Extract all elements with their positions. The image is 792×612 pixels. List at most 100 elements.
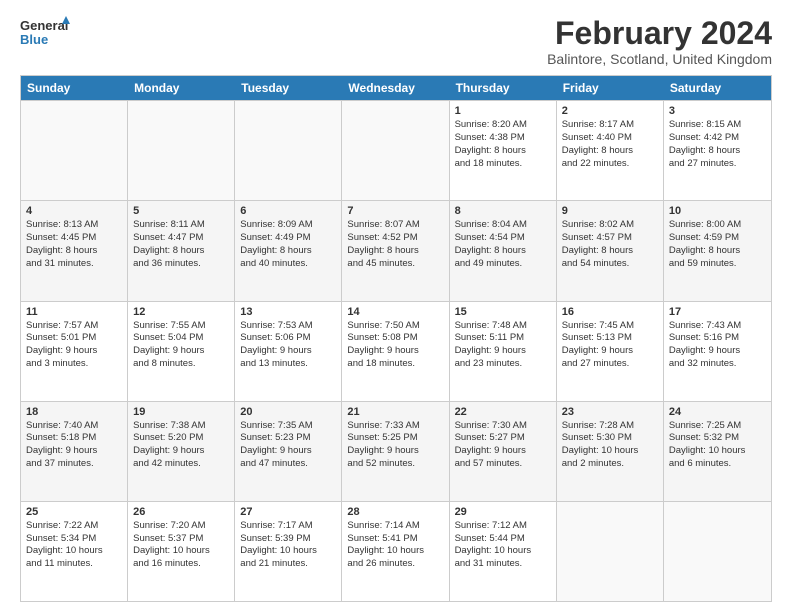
cal-day-9: 9Sunrise: 8:02 AMSunset: 4:57 PMDaylight… [557, 201, 664, 300]
day-info-line: and 21 minutes. [240, 558, 336, 571]
day-info-line: and 52 minutes. [347, 458, 443, 471]
day-info-line: Sunrise: 7:55 AM [133, 320, 229, 333]
day-info-line: Sunrise: 7:48 AM [455, 320, 551, 333]
day-info-line: Sunrise: 7:30 AM [455, 420, 551, 433]
day-info-line: Sunset: 5:30 PM [562, 432, 658, 445]
day-info-line: and 8 minutes. [133, 358, 229, 371]
cal-empty-cell [235, 101, 342, 200]
cal-day-16: 16Sunrise: 7:45 AMSunset: 5:13 PMDayligh… [557, 302, 664, 401]
day-info-line: Daylight: 8 hours [347, 245, 443, 258]
day-number: 22 [455, 406, 551, 418]
day-info-line: Daylight: 9 hours [455, 445, 551, 458]
day-info-line: Sunrise: 8:15 AM [669, 119, 766, 132]
header-day-tuesday: Tuesday [235, 76, 342, 100]
day-info-line: Daylight: 8 hours [133, 245, 229, 258]
cal-day-21: 21Sunrise: 7:33 AMSunset: 5:25 PMDayligh… [342, 402, 449, 501]
day-info-line: Daylight: 10 hours [133, 545, 229, 558]
title-block: February 2024 Balintore, Scotland, Unite… [547, 16, 772, 67]
day-info-line: and 45 minutes. [347, 258, 443, 271]
day-number: 17 [669, 306, 766, 318]
day-info-line: and 47 minutes. [240, 458, 336, 471]
day-info-line: Sunrise: 7:17 AM [240, 520, 336, 533]
day-info-line: Sunrise: 7:53 AM [240, 320, 336, 333]
day-number: 9 [562, 205, 658, 217]
day-info-line: Sunset: 4:54 PM [455, 232, 551, 245]
cal-empty-cell [21, 101, 128, 200]
day-info-line: and 22 minutes. [562, 158, 658, 171]
day-info-line: Daylight: 10 hours [455, 545, 551, 558]
day-info-line: Sunrise: 8:04 AM [455, 219, 551, 232]
day-number: 10 [669, 205, 766, 217]
day-number: 28 [347, 506, 443, 518]
day-info-line: Sunrise: 8:20 AM [455, 119, 551, 132]
day-info-line: and 2 minutes. [562, 458, 658, 471]
day-info-line: Sunset: 4:40 PM [562, 132, 658, 145]
day-info-line: Sunset: 4:49 PM [240, 232, 336, 245]
header: General Blue February 2024 Balintore, Sc… [20, 16, 772, 67]
cal-empty-cell [342, 101, 449, 200]
day-info-line: Sunrise: 8:07 AM [347, 219, 443, 232]
day-info-line: and 23 minutes. [455, 358, 551, 371]
calendar-body: 1Sunrise: 8:20 AMSunset: 4:38 PMDaylight… [21, 100, 771, 601]
day-info-line: Daylight: 9 hours [26, 345, 122, 358]
day-number: 7 [347, 205, 443, 217]
day-info-line: Sunset: 4:59 PM [669, 232, 766, 245]
cal-day-10: 10Sunrise: 8:00 AMSunset: 4:59 PMDayligh… [664, 201, 771, 300]
cal-day-3: 3Sunrise: 8:15 AMSunset: 4:42 PMDaylight… [664, 101, 771, 200]
day-info-line: and 3 minutes. [26, 358, 122, 371]
day-info-line: Sunrise: 7:43 AM [669, 320, 766, 333]
day-info-line: Daylight: 8 hours [240, 245, 336, 258]
cal-day-25: 25Sunrise: 7:22 AMSunset: 5:34 PMDayligh… [21, 502, 128, 601]
day-info-line: and 42 minutes. [133, 458, 229, 471]
day-info-line: Daylight: 10 hours [347, 545, 443, 558]
day-info-line: Sunrise: 8:17 AM [562, 119, 658, 132]
day-info-line: Sunset: 5:32 PM [669, 432, 766, 445]
day-info-line: Daylight: 9 hours [26, 445, 122, 458]
calendar: SundayMondayTuesdayWednesdayThursdayFrid… [20, 75, 772, 602]
cal-day-2: 2Sunrise: 8:17 AMSunset: 4:40 PMDaylight… [557, 101, 664, 200]
day-info-line: Sunset: 5:41 PM [347, 533, 443, 546]
day-info-line: and 31 minutes. [455, 558, 551, 571]
day-info-line: and 18 minutes. [455, 158, 551, 171]
cal-day-26: 26Sunrise: 7:20 AMSunset: 5:37 PMDayligh… [128, 502, 235, 601]
day-info-line: Sunset: 5:25 PM [347, 432, 443, 445]
day-info-line: and 27 minutes. [669, 158, 766, 171]
day-info-line: and 32 minutes. [669, 358, 766, 371]
day-info-line: Daylight: 9 hours [133, 345, 229, 358]
day-info-line: Sunrise: 7:45 AM [562, 320, 658, 333]
day-info-line: Sunrise: 7:33 AM [347, 420, 443, 433]
location-title: Balintore, Scotland, United Kingdom [547, 51, 772, 67]
day-info-line: Daylight: 9 hours [133, 445, 229, 458]
day-info-line: and 54 minutes. [562, 258, 658, 271]
day-number: 29 [455, 506, 551, 518]
day-info-line: Sunrise: 7:38 AM [133, 420, 229, 433]
day-info-line: Sunrise: 8:11 AM [133, 219, 229, 232]
cal-day-14: 14Sunrise: 7:50 AMSunset: 5:08 PMDayligh… [342, 302, 449, 401]
cal-day-23: 23Sunrise: 7:28 AMSunset: 5:30 PMDayligh… [557, 402, 664, 501]
day-info-line: Sunset: 5:34 PM [26, 533, 122, 546]
cal-day-4: 4Sunrise: 8:13 AMSunset: 4:45 PMDaylight… [21, 201, 128, 300]
day-number: 14 [347, 306, 443, 318]
cal-empty-cell [664, 502, 771, 601]
header-day-thursday: Thursday [450, 76, 557, 100]
day-info-line: Daylight: 10 hours [669, 445, 766, 458]
cal-day-7: 7Sunrise: 8:07 AMSunset: 4:52 PMDaylight… [342, 201, 449, 300]
day-info-line: Sunrise: 7:50 AM [347, 320, 443, 333]
logo: General Blue [20, 16, 70, 52]
day-info-line: Sunrise: 7:57 AM [26, 320, 122, 333]
cal-day-29: 29Sunrise: 7:12 AMSunset: 5:44 PMDayligh… [450, 502, 557, 601]
calendar-header: SundayMondayTuesdayWednesdayThursdayFrid… [21, 76, 771, 100]
day-info-line: Daylight: 8 hours [562, 245, 658, 258]
day-info-line: and 16 minutes. [133, 558, 229, 571]
day-info-line: Sunset: 5:13 PM [562, 332, 658, 345]
day-info-line: Sunset: 5:01 PM [26, 332, 122, 345]
day-info-line: Sunrise: 8:00 AM [669, 219, 766, 232]
day-info-line: and 40 minutes. [240, 258, 336, 271]
cal-day-5: 5Sunrise: 8:11 AMSunset: 4:47 PMDaylight… [128, 201, 235, 300]
cal-day-27: 27Sunrise: 7:17 AMSunset: 5:39 PMDayligh… [235, 502, 342, 601]
day-number: 25 [26, 506, 122, 518]
cal-empty-cell [557, 502, 664, 601]
day-info-line: Sunset: 5:06 PM [240, 332, 336, 345]
day-info-line: Daylight: 8 hours [26, 245, 122, 258]
cal-day-20: 20Sunrise: 7:35 AMSunset: 5:23 PMDayligh… [235, 402, 342, 501]
